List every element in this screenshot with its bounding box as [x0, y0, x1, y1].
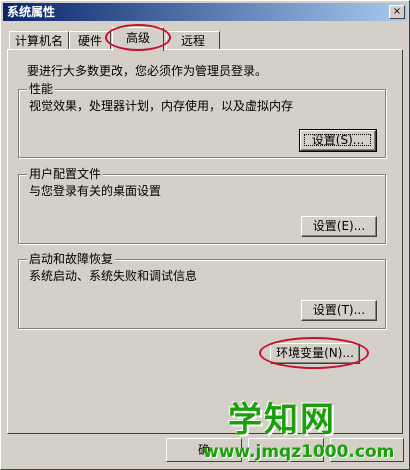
title-bar[interactable]: 系统属性 × — [3, 3, 407, 21]
group-description: 视觉效果，处理器计划，内存使用，以及虚拟内存 — [29, 99, 294, 113]
tab-advanced[interactable]: 高级 — [105, 24, 171, 51]
tab-label: 高级 — [125, 31, 150, 45]
watermark-url: www.jmqz1000.com — [203, 442, 395, 462]
startup-recovery-settings-button[interactable]: 设置(T)... — [301, 300, 377, 321]
admin-notice: 要进行大多数更改，您必须作为管理员登录。 — [27, 64, 268, 78]
button-label: 环境变量(N)... — [276, 346, 354, 360]
focus-indicator — [304, 134, 371, 146]
group-label: 性能 — [27, 82, 56, 96]
group-label: 启动和故障恢复 — [27, 252, 116, 266]
performance-settings-button[interactable]: 设置(S)... — [299, 129, 377, 152]
close-icon[interactable]: × — [389, 5, 405, 19]
group-label: 用户配置文件 — [27, 167, 104, 181]
environment-variables-button[interactable]: 环境变量(N)... — [270, 343, 360, 364]
tab-remote[interactable]: 远程 — [166, 31, 220, 50]
tab-label: 硬件 — [77, 34, 102, 48]
tab-computer-name[interactable]: 计算机名 — [9, 31, 69, 50]
button-label: 设置(T)... — [312, 303, 366, 317]
tab-hardware[interactable]: 硬件 — [69, 31, 111, 50]
group-description: 与您登录有关的桌面设置 — [29, 184, 162, 198]
watermark-logo: 学知网 — [228, 400, 336, 440]
tab-label: 计算机名 — [14, 34, 63, 48]
group-description: 系统启动、系统失败和调试信息 — [29, 269, 198, 283]
window-title: 系统属性 — [7, 5, 56, 19]
tab-label: 远程 — [180, 34, 205, 48]
button-label: 设置(E)... — [312, 219, 366, 233]
user-profiles-settings-button[interactable]: 设置(E)... — [301, 216, 377, 237]
